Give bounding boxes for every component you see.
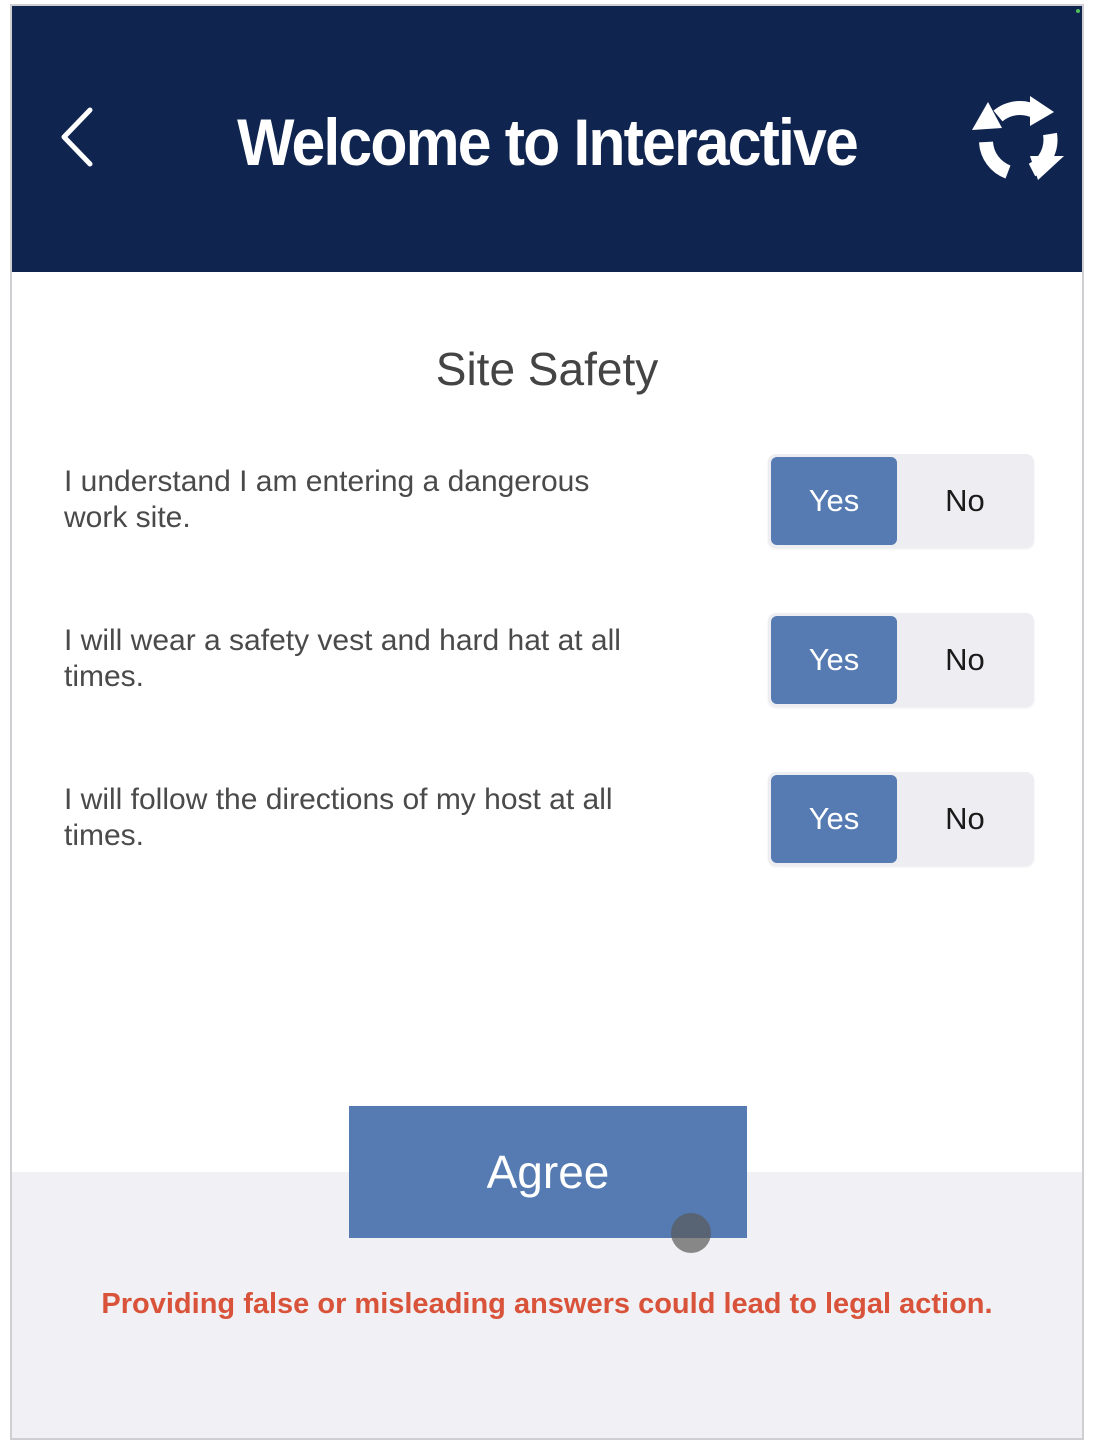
question-text: I will follow the directions of my host …: [64, 783, 613, 852]
yes-no-toggle: Yes No: [768, 613, 1034, 707]
question-row: I understand I am entering a dangerous w…: [64, 454, 1034, 550]
question-row: I will follow the directions of my host …: [64, 772, 1034, 868]
refresh-button[interactable]: [968, 90, 1068, 190]
app-frame: Welcome to Interactive Site Safety I und…: [10, 4, 1084, 1440]
legal-warning-text: Providing false or misleading answers co…: [101, 1288, 993, 1320]
refresh-cycle-icon: [972, 96, 1064, 180]
no-option[interactable]: No: [902, 457, 1028, 545]
status-dot: [1076, 9, 1080, 13]
question-text: I will wear a safety vest and hard hat a…: [64, 624, 621, 693]
question-row: I will wear a safety vest and hard hat a…: [64, 613, 1034, 709]
yes-no-toggle: Yes No: [768, 454, 1034, 548]
touch-indicator: [671, 1213, 711, 1253]
yes-option[interactable]: Yes: [771, 457, 897, 545]
yes-no-toggle: Yes No: [768, 772, 1034, 866]
yes-option[interactable]: Yes: [771, 775, 897, 863]
content-area: Site Safety I understand I am entering a…: [12, 272, 1082, 1172]
no-option[interactable]: No: [902, 616, 1028, 704]
section-title: Site Safety: [435, 343, 659, 395]
yes-option[interactable]: Yes: [771, 616, 897, 704]
question-text: I understand I am entering a dangerous w…: [64, 465, 590, 534]
page-title: Welcome to Interactive: [237, 105, 859, 179]
no-option[interactable]: No: [902, 775, 1028, 863]
header-bar: Welcome to Interactive: [12, 6, 1082, 272]
